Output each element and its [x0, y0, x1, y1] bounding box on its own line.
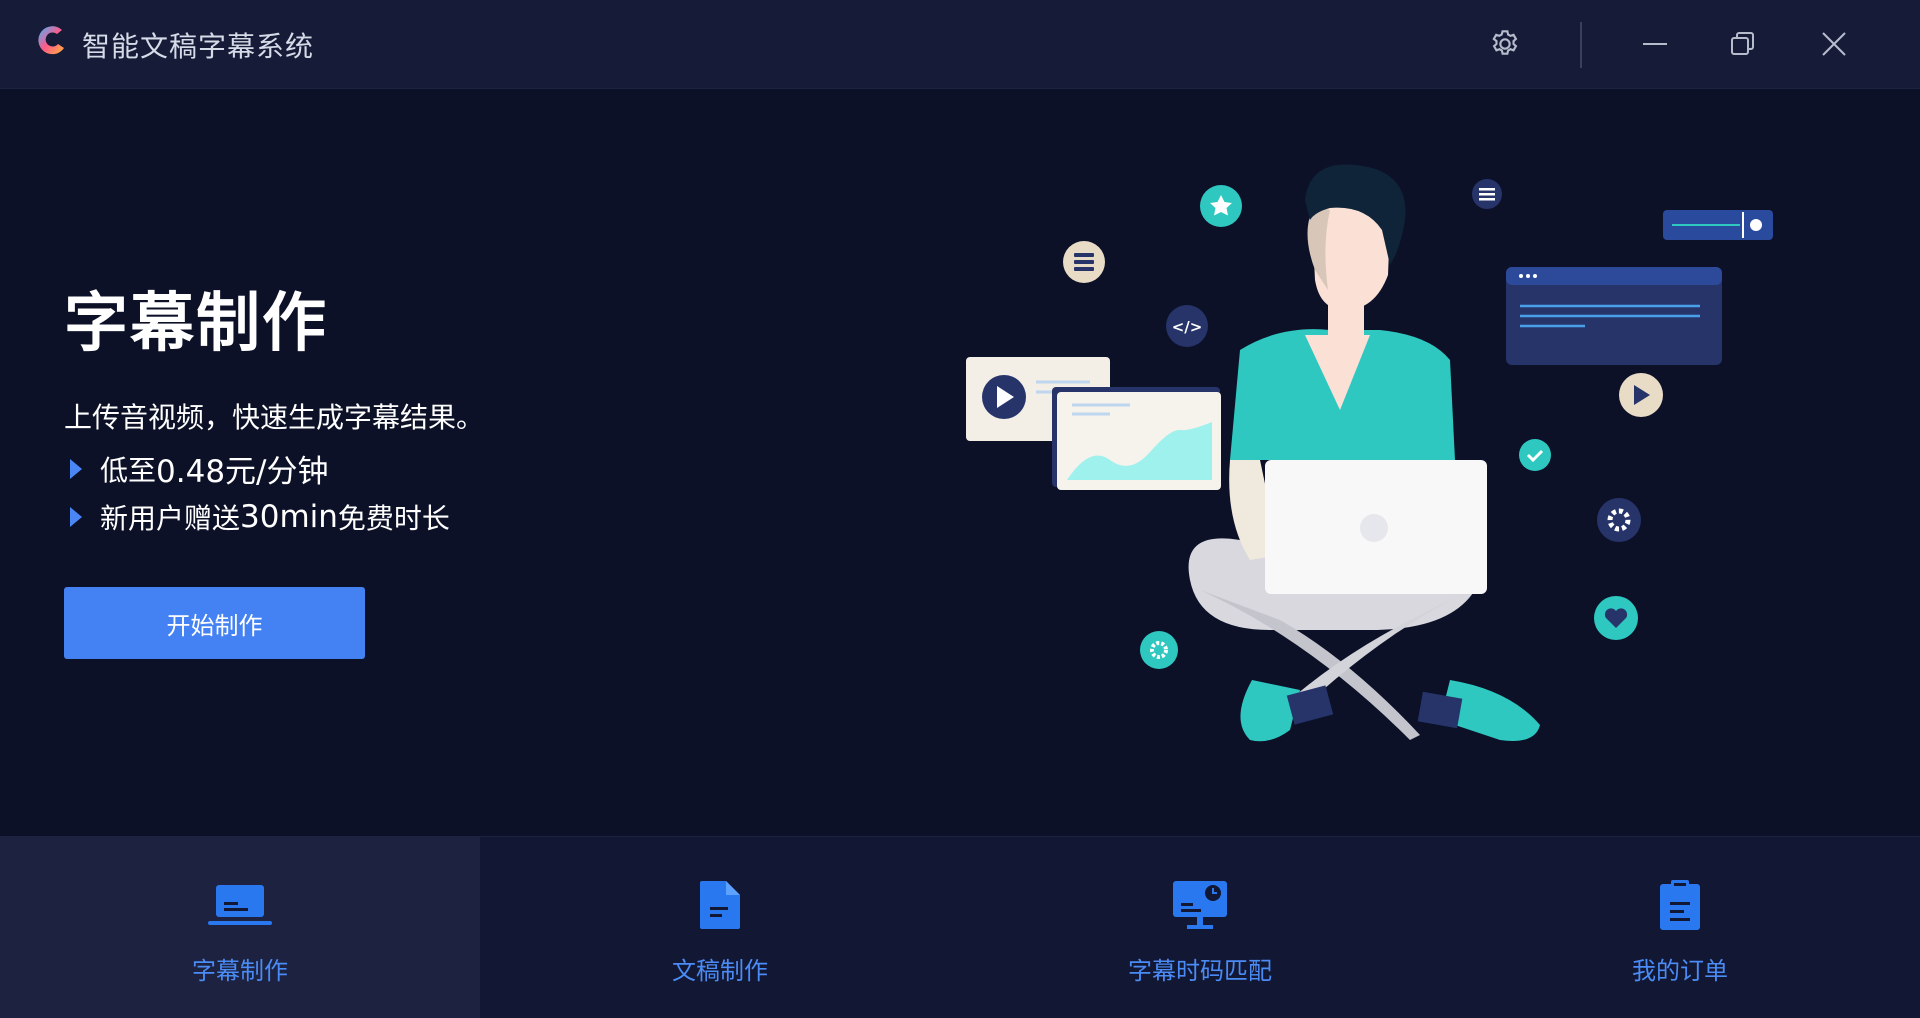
triangle-bullet-icon — [70, 458, 82, 479]
restore-icon — [1731, 32, 1754, 55]
list-badge-icon — [1472, 179, 1502, 209]
app-title: 智能文稿字幕系统 — [82, 30, 315, 63]
triangle-bullet-icon — [70, 507, 82, 527]
clipboard-icon — [1648, 877, 1712, 933]
gear-icon — [1492, 30, 1518, 55]
feature-free-suffix: 免费时长 — [337, 502, 450, 535]
feature-price-highlight: 0.48元/分钟 — [156, 454, 329, 490]
restore-button[interactable] — [1723, 24, 1763, 64]
settings-button[interactable] — [1485, 24, 1525, 64]
start-button[interactable]: 开始制作 — [64, 587, 365, 659]
close-button[interactable] — [1814, 24, 1854, 64]
feature-price-prefix: 低至 — [100, 453, 157, 487]
nav-label-subtitle: 字幕制作 — [192, 957, 288, 985]
monitor-clock-icon — [1168, 877, 1232, 933]
minimize-icon — [1643, 43, 1667, 45]
feature-price: 低至 0.48元/分钟 — [70, 446, 328, 491]
hero-title: 字幕制作 — [64, 287, 328, 361]
titlebar-divider — [1580, 22, 1582, 68]
nav-item-document[interactable]: 文稿制作 — [480, 837, 960, 1018]
star-badge-icon — [1200, 185, 1242, 227]
nav-item-timecode-match[interactable]: 字幕时码匹配 — [960, 837, 1440, 1018]
feature-free-prefix: 新用户赠送 — [100, 502, 241, 535]
nav-label-document: 文稿制作 — [672, 957, 768, 985]
hero-illustration: </> — [966, 164, 1773, 742]
feature-free-highlight: 30min — [240, 499, 338, 535]
hero-subtitle: 上传音视频，快速生成字幕结果。 — [64, 401, 485, 434]
code-badge-icon: </> — [1166, 305, 1208, 347]
close-icon — [1822, 32, 1846, 56]
app-logo-icon — [38, 26, 64, 55]
bottom-navigation: 字幕制作 文稿制作 字幕时码匹配 我的订单 — [0, 836, 1920, 1018]
svg-text:</>: </> — [1172, 318, 1203, 336]
document-icon — [688, 877, 752, 933]
nav-label-my-orders: 我的订单 — [1632, 957, 1728, 985]
menu-badge-icon — [1063, 241, 1105, 283]
subtitle-laptop-icon — [208, 877, 272, 933]
minimize-button[interactable] — [1635, 24, 1675, 64]
nav-item-my-orders[interactable]: 我的订单 — [1440, 837, 1920, 1018]
nav-item-subtitle[interactable]: 字幕制作 — [0, 837, 480, 1018]
nav-label-timecode-match: 字幕时码匹配 — [1128, 957, 1272, 985]
title-bar: 智能文稿字幕系统 — [0, 0, 1920, 89]
feature-free-time: 新用户赠送 30min 免费时长 — [70, 497, 450, 537]
